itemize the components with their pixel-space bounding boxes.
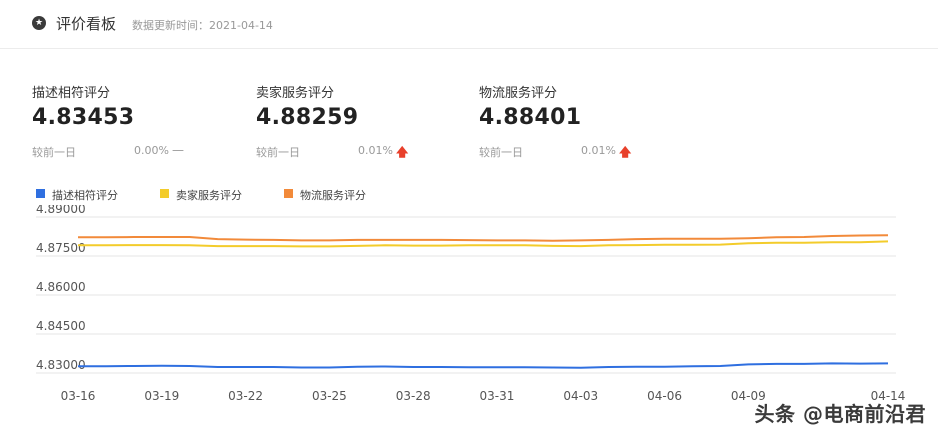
y-tick-label: 4.84500 [36,319,86,333]
trend-up-icon: 🡅 [396,145,409,159]
y-tick-label: 4.86000 [36,280,86,294]
metric-logistics-service: 物流服务评分 4.88401 较前一日 0.01% 🡅 [479,82,631,159]
series-line-1 [78,240,889,248]
legend-label: 物流服务评分 [300,189,366,202]
x-tick-label: 04-03 [563,389,598,403]
compare-percent: 0.00% [134,144,169,157]
trend-flat-icon: — [172,143,184,157]
x-tick-label: 03-19 [144,389,179,403]
y-tick-label: 4.87500 [36,241,86,255]
metric-value: 4.83453 [32,105,135,130]
y-tick-label: 4.89000 [36,205,86,216]
compare-label: 较前一日 [479,146,523,159]
series-line-2 [78,234,889,242]
metric-label: 物流服务评分 [479,86,558,101]
x-tick-label: 03-22 [228,389,263,403]
star-icon: ★ [32,16,46,30]
dashboard-header: ★ 评价看板 数据更新时间：2021-04-14 [0,0,938,49]
metric-label: 描述相符评分 [32,86,111,101]
score-trend-chart[interactable]: 4.89000 4.87500 4.86000 4.84500 4.83000 03-16… [0,205,938,405]
series-line-0 [78,362,889,369]
compare-label: 较前一日 [256,146,300,159]
metric-seller-service: 卖家服务评分 4.88259 较前一日 0.01% 🡅 [256,82,408,159]
watermark: 头条 @电商前沿君 [754,402,926,426]
metric-label: 卖家服务评分 [256,86,335,101]
compare-percent: 0.01% [358,144,393,157]
update-time: 数据更新时间：2021-04-14 [132,19,273,32]
metric-value: 4.88401 [479,105,582,130]
x-tick-label: 03-31 [480,389,515,403]
legend-swatch [160,189,169,198]
metric-compare: 较前一日 0.00% — [32,143,212,160]
compare-percent: 0.01% [581,144,616,157]
metric-compare: 较前一日 0.01% 🡅 [256,144,436,160]
legend-label: 描述相符评分 [52,189,118,202]
metric-compare: 较前一日 0.01% 🡅 [479,144,659,160]
x-tick-label: 03-25 [312,389,347,403]
legend-swatch [284,189,293,198]
metric-value: 4.88259 [256,105,359,130]
metric-description: 描述相符评分 4.83453 较前一日 0.00% — [32,82,184,159]
y-tick-label: 4.83000 [36,358,86,372]
x-tick-label: 03-16 [61,389,96,403]
legend-label: 卖家服务评分 [176,189,242,202]
legend-swatch [36,189,45,198]
x-tick-label: 03-28 [396,389,431,403]
page-title: 评价看板 [56,15,117,33]
compare-label: 较前一日 [32,146,76,159]
trend-up-icon: 🡅 [619,145,632,159]
x-tick-label: 04-06 [647,389,682,403]
